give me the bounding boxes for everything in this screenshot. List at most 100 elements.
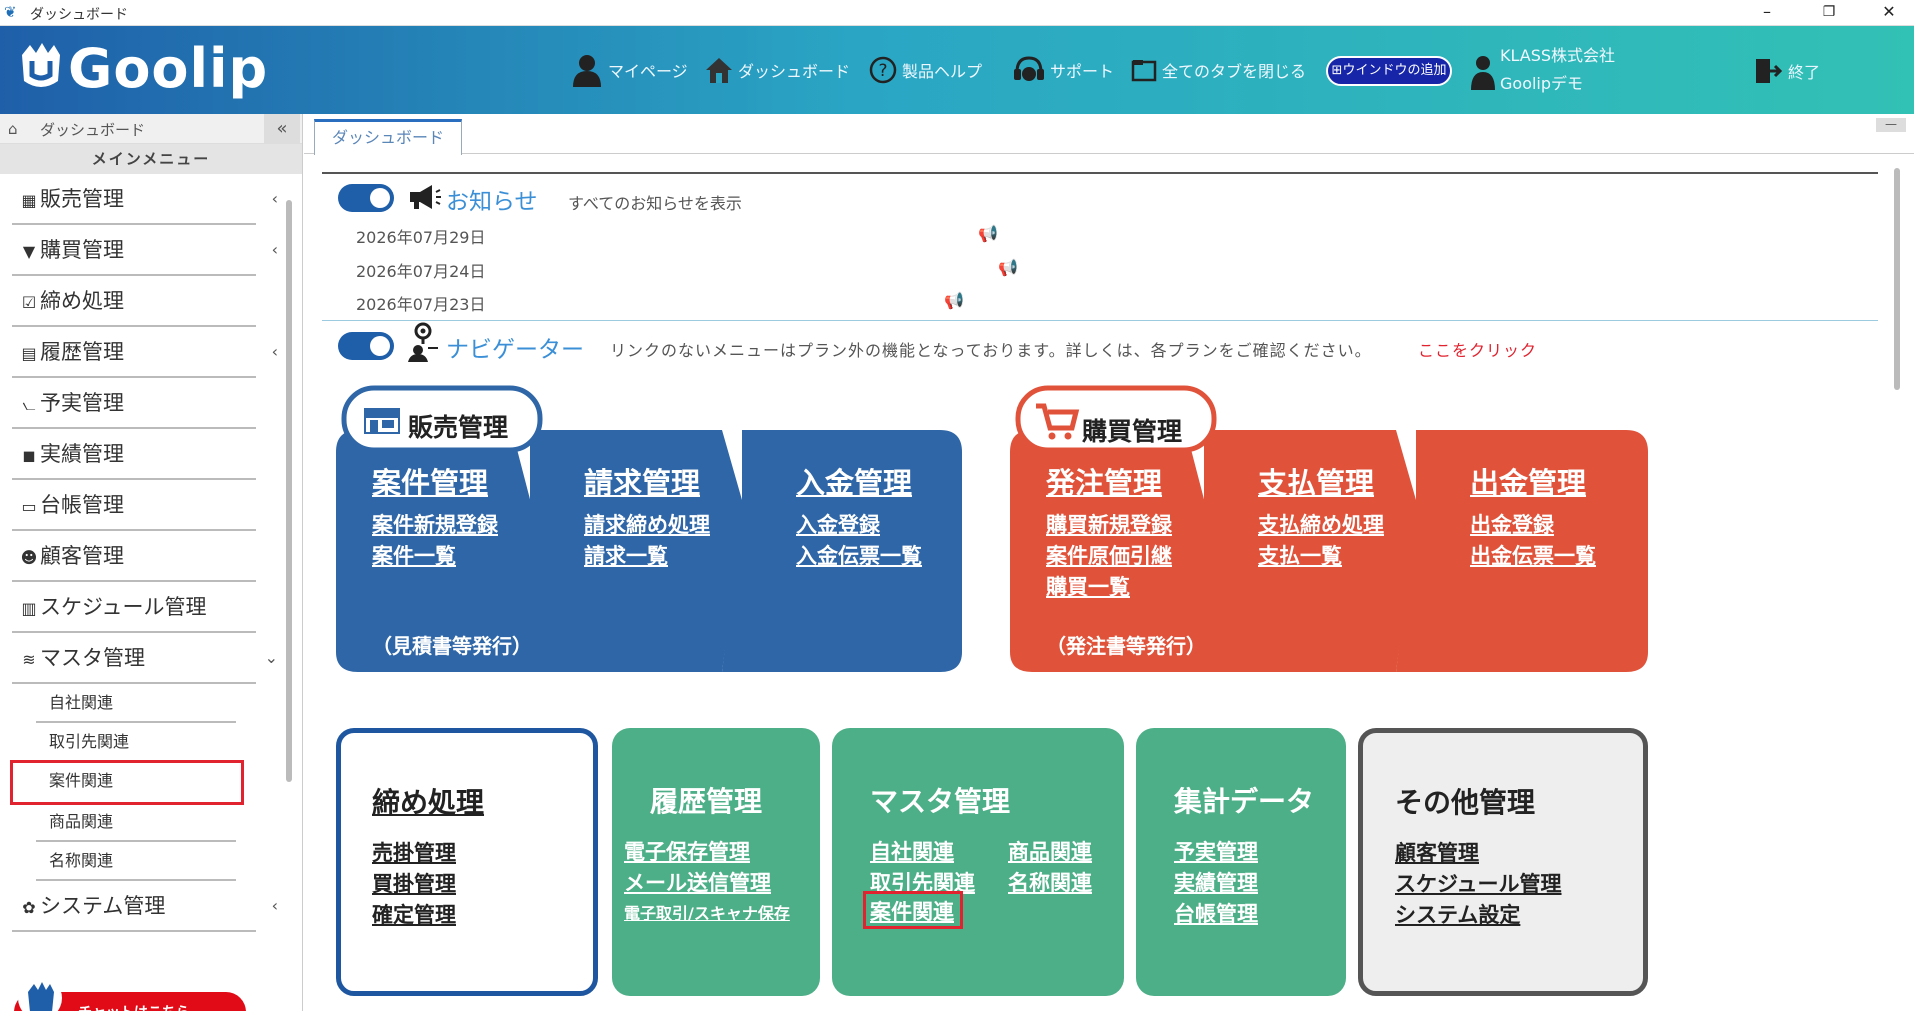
other-schedule-link[interactable]: スケジュール管理 [1395,868,1562,898]
close-button[interactable]: ✕ [1866,0,1912,26]
other-system-settings-link[interactable]: システム設定 [1395,899,1520,929]
megaphone-icon [410,185,441,209]
receipt-entry-link[interactable]: 入金登録 [796,509,880,539]
logo-text: Goolip [68,37,269,100]
summary-ledger-link[interactable]: 台帳管理 [1174,898,1258,928]
project-mgmt-title[interactable]: 案件管理 [372,460,488,502]
sidebar-subitem-company[interactable]: 自社関連 [36,684,236,723]
invoice-closing-link[interactable]: 請求締め処理 [584,509,710,539]
order-mgmt-title[interactable]: 発注管理 [1046,460,1162,502]
main-scrollbar[interactable] [1890,160,1904,1011]
confirmation-link[interactable]: 確定管理 [372,899,456,929]
sidebar-item-schedule[interactable]: ▥ スケジュール管理 [12,582,256,633]
nav-close-all-tabs-label: 全てのタブを閉じる [1162,62,1307,81]
nav-mypage[interactable]: マイページ [570,50,688,90]
add-window-button[interactable]: ⊞ウインドウの追加 [1326,56,1452,86]
sidebar-item-sales[interactable]: ▦ 販売管理 ‹ [12,174,278,225]
other-customers-link[interactable]: 顧客管理 [1395,837,1479,867]
e-storage-link[interactable]: 電子保存管理 [624,836,750,866]
nav-help[interactable]: ? 製品ヘルプ [868,50,982,90]
sidebar-top: ⌂ ダッシュボード « [0,114,302,144]
sidebar-subitem-projects[interactable]: 案件関連 [10,760,244,805]
mail-log-link[interactable]: メール送信管理 [624,867,771,897]
master-products-link[interactable]: 商品関連 [1008,836,1092,866]
window-title: ダッシュボード [30,7,128,23]
svg-text:?: ? [878,61,887,81]
payment-mgmt-title[interactable]: 支払管理 [1258,460,1374,502]
receivables-link[interactable]: 売掛管理 [372,837,456,867]
summary-budget-link[interactable]: 予実管理 [1174,836,1258,866]
sidebar-item-budget[interactable]: ⦦ 予実管理 [12,378,256,429]
restore-button[interactable]: ❐ [1806,0,1852,26]
purchase-list-link[interactable]: 購買一覧 [1046,571,1130,601]
main-scrollbar-thumb[interactable] [1894,168,1900,390]
purchase-new-link[interactable]: 購買新規登録 [1046,509,1172,539]
sidebar-item-label: 購買管理 [40,238,124,262]
other-title: その他管理 [1395,786,1536,819]
disbursement-slip-list-link[interactable]: 出金伝票一覧 [1470,540,1596,570]
news-toggle[interactable] [338,184,394,212]
payment-list-link[interactable]: 支払一覧 [1258,540,1342,570]
user-icon [1471,56,1495,90]
sidebar-subitem-partners[interactable]: 取引先関連 [36,723,236,762]
megaphone-icon[interactable]: 📢 [998,258,1018,277]
chat-button[interactable]: チャットはこちら [14,972,246,1011]
exit-button[interactable]: 終了 [1752,56,1820,86]
tab-dashboard[interactable]: ダッシュボード [314,119,462,155]
e-transaction-scan-link[interactable]: 電子取引/スキャナ保存 [624,900,790,924]
closing-title[interactable]: 締め処理 [372,781,484,821]
nav-support[interactable]: サポート [1012,50,1114,90]
summary-results-link[interactable]: 実績管理 [1174,867,1258,897]
sidebar: ⌂ ダッシュボード « メインメニュー ▦ 販売管理 ‹ ▼ 購買管理 ‹ ☑ 締め処理 … [0,114,303,1011]
master-projects-link[interactable]: 案件関連 [863,891,963,929]
sales-panel: 販売管理 案件管理 案件新規登録 案件一覧 （見積書等発行） 請求管理 請求締め… [336,372,976,672]
sidebar-subitem-products[interactable]: 商品関連 [36,803,236,842]
sidebar-item-label: 履歴管理 [40,340,124,364]
megaphone-icon[interactable]: 📢 [978,224,998,243]
project-cost-transfer-link[interactable]: 案件原価引継 [1046,540,1172,570]
navigator-note: リンクのないメニューはプラン外の機能となっております。詳しくは、各プランをご確認… [610,341,1372,360]
sidebar-collapse-button[interactable]: « [264,114,300,144]
master-title: マスタ管理 [870,785,1011,818]
invoice-list-link[interactable]: 請求一覧 [584,540,668,570]
sidebar-item-history[interactable]: ▤ 履歴管理 ‹ [12,327,278,378]
goolip-logo[interactable]: Goolip [18,36,268,102]
sidebar-item-closing[interactable]: ☑ 締め処理 [12,276,256,327]
minimize-button[interactable]: – [1744,0,1790,26]
top-divider [322,172,1878,174]
master-company-link[interactable]: 自社関連 [870,836,954,866]
sidebar-scrollbar[interactable] [282,186,294,1011]
sidebar-item-purchase[interactable]: ▼ 購買管理 ‹ [12,225,278,276]
master-partners-link[interactable]: 取引先関連 [870,867,975,897]
sidebar-item-master[interactable]: ≋ マスタ管理 ⌄ [12,633,278,684]
payables-link[interactable]: 買掛管理 [372,868,456,898]
disbursement-mgmt-title[interactable]: 出金管理 [1470,460,1586,502]
chart-icon: ⦦ [22,395,36,414]
master-names-link[interactable]: 名称関連 [1008,867,1092,897]
tab-bar: ダッシュボード — [304,114,1914,155]
nav-dashboard[interactable]: ダッシュボード [704,50,850,90]
order-note: （発注書等発行） [1046,634,1206,658]
news-show-all-link[interactable]: すべてのお知らせを表示 [568,190,742,214]
history-title: 履歴管理 [650,785,763,818]
invoice-mgmt-title[interactable]: 請求管理 [584,460,700,502]
sidebar-dashboard-link[interactable]: ダッシュボード [40,119,145,140]
project-list-link[interactable]: 案件一覧 [372,540,456,570]
receipt-mgmt-title[interactable]: 入金管理 [796,460,912,502]
navigator-toggle[interactable] [338,332,394,360]
project-new-link[interactable]: 案件新規登録 [372,509,498,539]
sidebar-item-customers[interactable]: ☻ 顧客管理 [12,531,256,582]
sidebar-item-results[interactable]: ◼ 実績管理 [12,429,256,480]
sidebar-scrollbar-thumb[interactable] [286,200,292,782]
receipt-slip-list-link[interactable]: 入金伝票一覧 [796,540,922,570]
disbursement-entry-link[interactable]: 出金登録 [1470,509,1554,539]
payment-closing-link[interactable]: 支払締め処理 [1258,509,1384,539]
sidebar-subitem-names[interactable]: 名称関連 [36,842,236,881]
tab-minimize-button[interactable]: — [1876,118,1906,132]
sidebar-item-ledger[interactable]: ▭ 台帳管理 [12,480,256,531]
navigator-click-here-link[interactable]: ここをクリック [1418,337,1537,361]
other-box: その他管理 顧客管理 スケジュール管理 システム設定 [1358,728,1648,996]
sidebar-item-system[interactable]: ✿ システム管理 ‹ [12,881,278,932]
megaphone-icon[interactable]: 📢 [944,291,964,310]
nav-close-all-tabs[interactable]: 全てのタブを閉じる [1130,50,1306,90]
